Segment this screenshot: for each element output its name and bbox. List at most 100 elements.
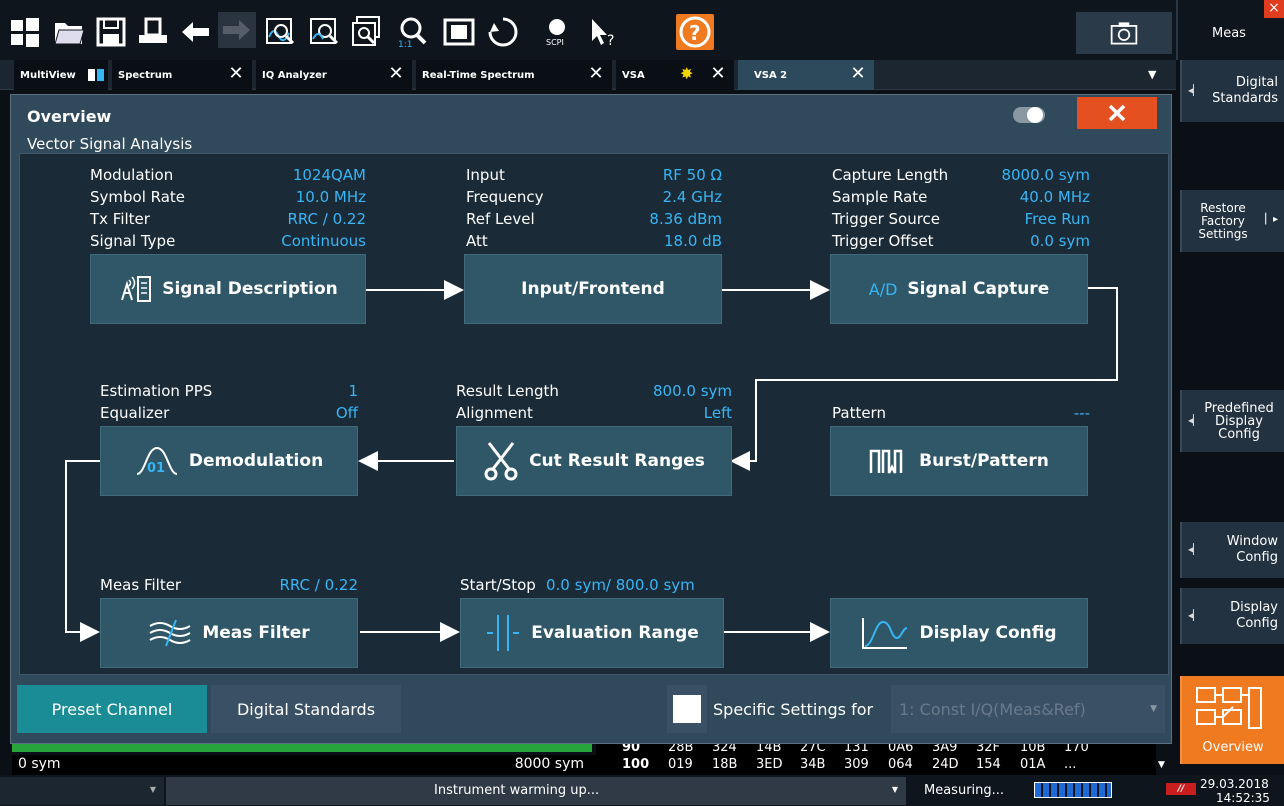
zoom-multi-icon[interactable] <box>306 14 344 50</box>
cut-result-ranges-button[interactable]: Cut Result Ranges <box>456 426 732 496</box>
print-icon[interactable] <box>134 14 172 50</box>
window-config-button[interactable]: ◂▏ Window Config <box>1180 522 1284 578</box>
button-label: Digital Standards <box>236 699 376 719</box>
kv-row: Alignment Left <box>456 402 732 424</box>
predefined-display-config-button[interactable]: ◂▏ Predefined Display Config <box>1180 390 1284 452</box>
specific-settings-checkbox[interactable] <box>667 685 707 733</box>
tab-multiview[interactable]: MultiView <box>14 60 108 90</box>
digital-standards-side-button[interactable]: ◂▏ Digital Standards <box>1180 60 1284 122</box>
kv-key: Sample Rate <box>832 188 928 206</box>
table-cell: 18B <box>712 757 738 772</box>
help-pointer-icon[interactable]: ? <box>582 14 620 50</box>
kv-row: Input RF 50 Ω <box>466 164 722 186</box>
overview-dialog: Overview Vector Signal Analysis Modulati… <box>10 94 1172 744</box>
block-label: Demodulation <box>188 451 324 471</box>
zoom-window-icon[interactable] <box>348 14 386 50</box>
display-config-side-button[interactable]: ◂▏ Display Config <box>1180 588 1284 644</box>
restore-factory-settings-button[interactable]: Restore Factory Settings ▏▸ <box>1180 190 1284 252</box>
undo-icon[interactable] <box>176 14 214 50</box>
windows-icon[interactable] <box>6 14 44 50</box>
specific-settings-dropdown[interactable]: 1: Const I/Q(Meas&Ref) ▼ <box>891 685 1165 733</box>
status-dropdown[interactable]: ▼ <box>0 777 164 805</box>
evaluation-range-button[interactable]: Evaluation Range <box>460 598 724 668</box>
block-label: Burst/Pattern <box>919 451 1049 471</box>
tab-spectrum[interactable]: Spectrum ✕ <box>112 60 252 90</box>
close-icon[interactable]: ✕ <box>848 64 868 84</box>
close-button[interactable] <box>1077 97 1157 129</box>
toggle-switch[interactable] <box>1013 107 1045 123</box>
kv-value: RF 50 Ω <box>662 166 722 184</box>
kv-row: Frequency 2.4 GHz <box>466 186 722 208</box>
tab-vsa[interactable]: VSA ✸ ✕ <box>616 60 734 90</box>
close-icon[interactable]: ✕ <box>226 64 246 84</box>
kv-key: Att <box>466 232 488 250</box>
zoom-1-1-icon[interactable]: 1:1 <box>394 14 432 50</box>
screenshot-button[interactable] <box>1076 12 1172 54</box>
svg-text:?: ? <box>607 33 614 49</box>
status-bar: ▼ Instrument warming up... ▼ Measuring..… <box>0 775 1284 806</box>
save-icon[interactable] <box>92 14 130 50</box>
signal-description-button[interactable]: Signal Description <box>90 254 366 324</box>
kv-key: Alignment <box>456 404 533 422</box>
folder-open-icon[interactable] <box>50 14 88 50</box>
kv-value: 1 <box>348 382 358 400</box>
table-cell: 01A <box>1020 757 1046 772</box>
table-cell: 3ED <box>756 757 783 772</box>
chevron-down-icon[interactable]: ▼ <box>1148 68 1156 81</box>
kv-key: Capture Length <box>832 166 949 184</box>
chevron-down-icon: ▼ <box>891 785 898 794</box>
close-icon[interactable]: × <box>1264 0 1284 18</box>
meas-label: Meas <box>1212 26 1246 41</box>
kv-value: 10.0 MHz <box>295 188 366 206</box>
sym-start: 0 sym <box>18 756 61 772</box>
zoom-icon[interactable] <box>262 14 300 50</box>
svg-text:?: ? <box>689 21 701 45</box>
preset-channel-button[interactable]: Preset Channel <box>17 685 207 733</box>
tab-vsa-2[interactable]: VSA 2 ✕ <box>738 60 874 90</box>
sync-icon[interactable] <box>484 14 522 50</box>
signal-description-icon <box>121 276 152 302</box>
kv-value: 1024QAM <box>292 166 366 184</box>
table-row: 100 019 18B 3ED 34B 309 064 24D 154 01A... <box>596 757 1156 773</box>
channel-tab-bar: MultiView Spectrum ✕ IQ Analyzer ✕ Real-Ti… <box>0 60 1176 90</box>
kv-value: 800.0 sym <box>652 382 732 400</box>
sym-end: 8000 sym <box>514 756 584 772</box>
kv-row: Pattern --- <box>832 402 1090 424</box>
display-config-button[interactable]: Display Config <box>830 598 1088 668</box>
scpi-recorder-icon[interactable]: SCPI <box>538 14 576 50</box>
signal-capture-button[interactable]: A/D Signal Capture <box>830 254 1088 324</box>
close-icon[interactable]: ✕ <box>586 64 606 84</box>
digital-standards-button[interactable]: Digital Standards <box>211 685 401 733</box>
kv-row: Ref Level 8.36 dBm <box>466 208 722 230</box>
kv-value: 8000.0 sym <box>1001 166 1090 184</box>
chevron-down-icon[interactable]: ▼ <box>1158 760 1165 770</box>
tab-label: VSA <box>622 69 645 81</box>
demodulation-button[interactable]: 01 Demodulation <box>100 426 358 496</box>
kv-value: --- <box>1073 404 1090 422</box>
close-icon <box>1108 104 1126 122</box>
kv-value: Off <box>335 404 358 422</box>
help-icon[interactable]: ? <box>676 14 714 50</box>
fit-icon[interactable] <box>440 14 478 50</box>
close-icon[interactable]: ✕ <box>386 64 406 84</box>
redo-icon[interactable] <box>218 12 256 48</box>
kv-row: Modulation 1024QAM <box>90 164 366 186</box>
kv-value: 0.0 sym <box>1030 232 1090 250</box>
tab-real-time-spectrum[interactable]: Real-Time Spectrum ✕ <box>416 60 612 90</box>
kv-row: Symbol Rate 10.0 MHz <box>90 186 366 208</box>
input-frontend-button[interactable]: Input/Frontend <box>464 254 722 324</box>
overview-label: Overview <box>1202 740 1264 755</box>
overview-side-button[interactable]: Overview <box>1180 676 1284 764</box>
chevron-left-icon: ◂▏ <box>1188 415 1201 427</box>
close-icon[interactable]: ✕ <box>708 64 728 84</box>
time-text: 14:52:35 <box>1216 791 1270 805</box>
tab-label: Spectrum <box>118 69 173 81</box>
burst-pattern-button[interactable]: Burst/Pattern <box>830 426 1088 496</box>
tab-iq-analyzer[interactable]: IQ Analyzer ✕ <box>256 60 412 90</box>
tab-label: VSA 2 <box>754 69 788 81</box>
evaluation-range-settings: Start/Stop 0.0 sym/ 800.0 sym <box>460 574 740 596</box>
meas-filter-button[interactable]: Meas Filter <box>100 598 358 668</box>
kv-row: Result Length 800.0 sym <box>456 380 732 402</box>
block-label: Signal Capture <box>907 279 1050 299</box>
kv-row: Sample Rate 40.0 MHz <box>832 186 1090 208</box>
